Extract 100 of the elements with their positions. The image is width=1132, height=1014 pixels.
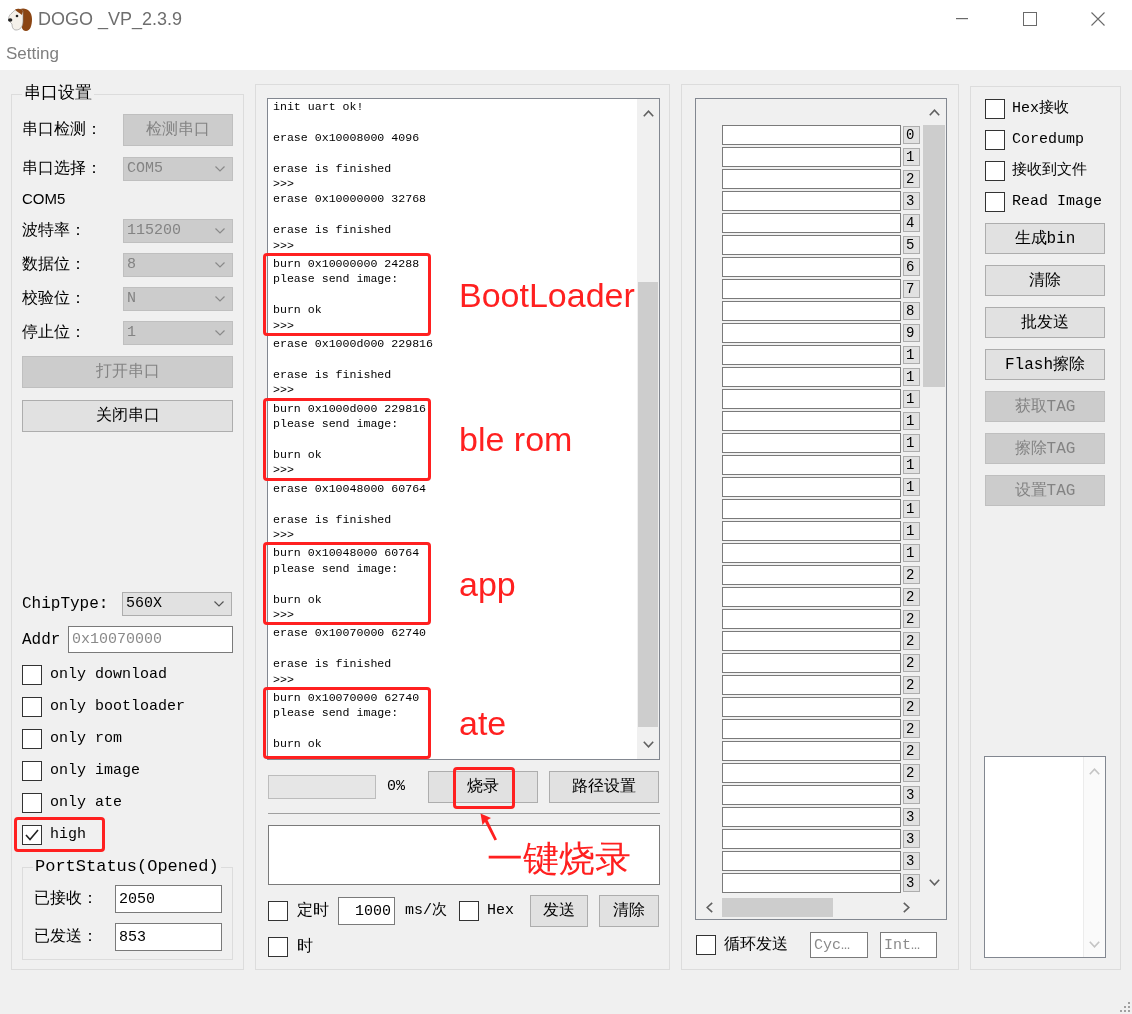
send-field[interactable] <box>268 825 660 885</box>
checkbox[interactable] <box>22 761 42 781</box>
list-field[interactable] <box>722 719 901 739</box>
list-field[interactable] <box>722 499 901 519</box>
row-button[interactable]: 2 <box>903 676 920 694</box>
interval-field[interactable]: 1000 <box>338 897 395 925</box>
row-button[interactable]: 3 <box>903 852 920 870</box>
row-button[interactable]: 2 <box>903 654 920 672</box>
tool-button[interactable]: 清除 <box>985 265 1105 296</box>
row-button[interactable]: 4 <box>903 214 920 232</box>
list-field[interactable] <box>722 653 901 673</box>
list-field[interactable] <box>722 301 901 321</box>
row-button[interactable]: 1 <box>903 346 920 364</box>
list-field[interactable] <box>722 807 901 827</box>
interval-field[interactable]: Int… <box>880 932 937 958</box>
send-button[interactable]: 发送 <box>530 895 588 927</box>
count-field[interactable]: 2050 <box>115 885 222 913</box>
row-button[interactable]: 1 <box>903 544 920 562</box>
row-button[interactable]: 1 <box>903 456 920 474</box>
list-field[interactable] <box>722 455 901 475</box>
row-button[interactable]: 2 <box>903 566 920 584</box>
row-button[interactable]: 3 <box>903 830 920 848</box>
checkbox[interactable] <box>696 935 716 955</box>
row-button[interactable]: 8 <box>903 302 920 320</box>
list-field[interactable] <box>722 411 901 431</box>
row-button[interactable]: 1 <box>903 522 920 540</box>
cycle-field[interactable]: Cyc… <box>810 932 868 958</box>
list-field[interactable] <box>722 147 901 167</box>
scroll-right-icon[interactable] <box>903 902 910 913</box>
maximize-icon[interactable] <box>1023 12 1037 26</box>
row-button[interactable]: 2 <box>903 742 920 760</box>
row-button[interactable]: 6 <box>903 258 920 276</box>
address-field[interactable]: 0x10070000 <box>68 626 233 653</box>
row-button[interactable]: 2 <box>903 764 920 782</box>
scrollbar-thumb[interactable] <box>638 282 658 727</box>
checkbox[interactable] <box>985 192 1005 212</box>
scrollbar-thumb[interactable] <box>722 898 833 917</box>
row-button[interactable]: 5 <box>903 236 920 254</box>
list-field[interactable] <box>722 741 901 761</box>
list-field[interactable] <box>722 169 901 189</box>
row-button[interactable]: 7 <box>903 280 920 298</box>
tool-button[interactable]: 生成bin <box>985 223 1105 254</box>
checkbox[interactable] <box>22 697 42 717</box>
list-field[interactable] <box>722 851 901 871</box>
list-field[interactable] <box>722 345 901 365</box>
list-field[interactable] <box>722 191 901 211</box>
scroll-up-icon[interactable] <box>642 110 654 117</box>
list-field[interactable] <box>722 785 901 805</box>
path-settings-button[interactable]: 路径设置 <box>549 771 659 803</box>
minimize-icon[interactable] <box>956 18 968 20</box>
checkbox[interactable] <box>268 937 288 957</box>
count-field[interactable]: 853 <box>115 923 222 951</box>
row-button[interactable]: 9 <box>903 324 920 342</box>
port-button[interactable]: 关闭串口 <box>22 400 233 432</box>
flash-button[interactable]: Flash擦除 <box>985 349 1105 380</box>
list-field[interactable] <box>722 697 901 717</box>
close-icon[interactable] <box>1091 12 1105 26</box>
row-button[interactable]: 1 <box>903 368 920 386</box>
checkbox[interactable] <box>22 729 42 749</box>
list-field[interactable] <box>722 235 901 255</box>
list-field[interactable] <box>722 389 901 409</box>
list-field[interactable] <box>722 125 901 145</box>
list-field[interactable] <box>722 631 901 651</box>
clear-button[interactable]: 清除 <box>599 895 659 927</box>
checkbox[interactable] <box>22 825 42 845</box>
resize-grip-icon[interactable] <box>1120 1002 1130 1012</box>
row-button[interactable]: 3 <box>903 808 920 826</box>
row-button[interactable]: 2 <box>903 720 920 738</box>
row-button[interactable]: 1 <box>903 148 920 166</box>
scroll-down-icon[interactable] <box>928 879 940 886</box>
list-field[interactable] <box>722 609 901 629</box>
list-field[interactable] <box>722 257 901 277</box>
row-button[interactable]: 2 <box>903 170 920 188</box>
scroll-down-icon[interactable] <box>642 741 654 748</box>
list-field[interactable] <box>722 323 901 343</box>
list-field[interactable] <box>722 521 901 541</box>
row-button[interactable]: 1 <box>903 412 920 430</box>
list-field[interactable] <box>722 829 901 849</box>
row-button[interactable]: 1 <box>903 478 920 496</box>
list-field[interactable] <box>722 873 901 893</box>
list-field[interactable] <box>722 433 901 453</box>
checkbox[interactable] <box>985 130 1005 150</box>
row-button[interactable]: 2 <box>903 610 920 628</box>
checkbox[interactable] <box>268 901 288 921</box>
burn-button[interactable]: 烧录 <box>428 771 538 803</box>
row-button[interactable]: 2 <box>903 588 920 606</box>
list-field[interactable] <box>722 587 901 607</box>
list-field[interactable] <box>722 477 901 497</box>
row-button[interactable]: 2 <box>903 698 920 716</box>
checkbox[interactable] <box>22 793 42 813</box>
scroll-left-icon[interactable] <box>706 902 713 913</box>
row-button[interactable]: 2 <box>903 632 920 650</box>
scrollbar-thumb[interactable] <box>923 125 945 387</box>
checkbox[interactable] <box>22 665 42 685</box>
tool-button[interactable]: 批发送 <box>985 307 1105 338</box>
list-field[interactable] <box>722 565 901 585</box>
menu-item[interactable]: Setting <box>6 44 59 64</box>
list-field[interactable] <box>722 213 901 233</box>
list-field[interactable] <box>722 367 901 387</box>
list-field[interactable] <box>722 279 901 299</box>
